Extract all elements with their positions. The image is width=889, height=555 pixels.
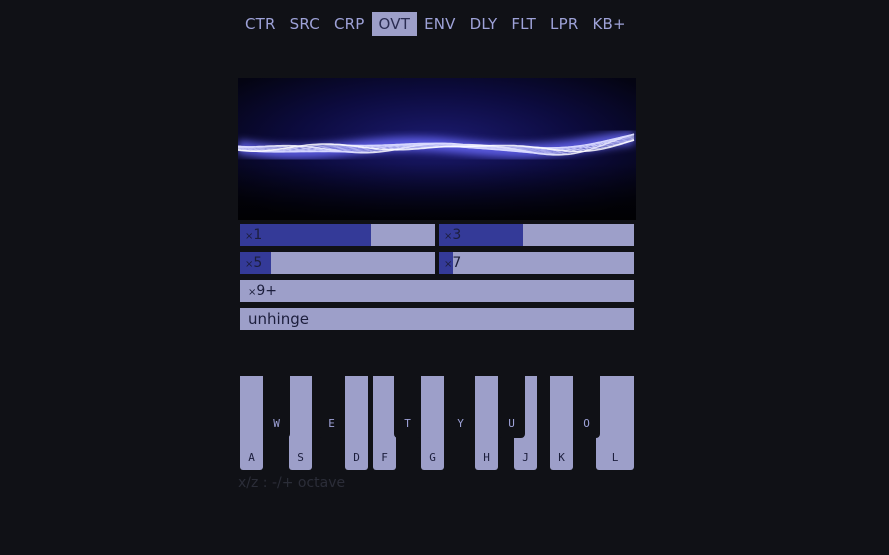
keyboard: A S D F G H J K L W E T Y U O [240,376,634,470]
octave-hint: x/z : -/+ octave [238,475,346,491]
key-label: H [483,451,490,464]
black-key-y[interactable]: Y [447,376,474,438]
black-key-u[interactable]: U [498,376,525,438]
overtone-5-slider[interactable]: ×5 [240,252,435,274]
white-key-g[interactable]: G [421,376,444,470]
tab-bar: CTR SRC CRP OVT ENV DLY FLT LPR KB+ [238,12,633,36]
tab-dly[interactable]: DLY [463,12,505,36]
tab-lpr[interactable]: LPR [543,12,585,36]
white-key-a[interactable]: A [240,376,263,470]
tab-flt[interactable]: FLT [504,12,543,36]
key-label: F [381,451,388,464]
white-key-d[interactable]: D [345,376,368,470]
white-key-k[interactable]: K [550,376,573,470]
waveform-display [238,78,636,220]
key-label: E [328,417,335,430]
unhinge-toggle[interactable]: unhinge [240,308,634,330]
key-label: T [404,417,411,430]
key-label: K [558,451,565,464]
key-label: L [611,451,619,464]
overtone-9-plus-label: ×9+ [248,283,278,299]
tab-env[interactable]: ENV [417,12,463,36]
overtone-9-plus-slider[interactable]: ×9+ [240,280,634,302]
key-label: J [522,451,529,464]
key-label: G [429,451,436,464]
overtone-5-label: ×5 [245,255,263,271]
key-label: D [353,451,360,464]
overtone-7-label: ×7 [444,255,462,271]
key-label: A [248,451,255,464]
tab-ovt[interactable]: OVT [371,12,418,36]
overtone-3-label: ×3 [444,227,462,243]
overtone-1-label: ×1 [245,227,263,243]
key-label: U [508,417,515,430]
black-key-e[interactable]: E [318,376,345,438]
tab-kb-plus[interactable]: KB+ [585,12,632,36]
overtone-7-slider[interactable]: ×7 [439,252,634,274]
black-key-w[interactable]: W [263,376,290,438]
white-key-h[interactable]: H [475,376,498,470]
waveform-visual [238,78,636,220]
black-key-t[interactable]: T [394,376,421,438]
white-key-s[interactable]: S [289,376,312,470]
white-key-l[interactable]: L [596,376,634,470]
key-label: O [583,417,590,430]
white-key-f[interactable]: F [373,376,396,470]
overtone-3-slider[interactable]: ×3 [439,224,634,246]
tab-crp[interactable]: CRP [327,12,372,36]
overtone-1-slider[interactable]: ×1 [240,224,435,246]
key-label: S [297,451,304,464]
black-key-o[interactable]: O [573,376,600,438]
key-label: W [273,417,280,430]
key-label: Y [457,417,464,430]
tab-ctr[interactable]: CTR [238,12,283,36]
tab-src[interactable]: SRC [283,12,327,36]
